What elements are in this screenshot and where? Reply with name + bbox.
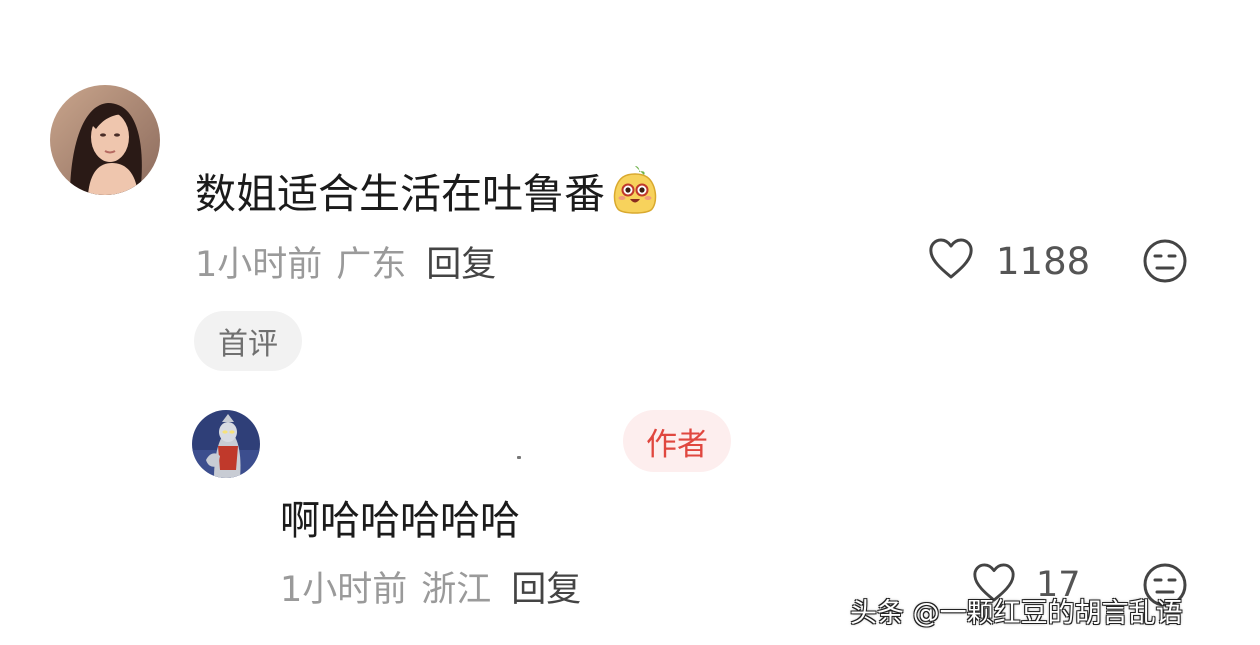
reply-author-avatar[interactable] [192, 410, 260, 478]
comment-text: 数姐适合生活在吐鲁番 [195, 170, 605, 218]
comment-meta: 1小时前 广东 回复 [195, 236, 496, 286]
commenter-avatar[interactable] [50, 85, 160, 195]
like-count: 1188 [996, 239, 1091, 283]
reply-time: 1小时前 [280, 569, 408, 610]
reply-reply-button[interactable]: 回复 [511, 561, 581, 612]
reply-content: 啊哈哈哈哈哈 [280, 498, 520, 544]
comment-content: 数姐适合生活在吐鲁番 [195, 160, 661, 220]
reply-location: 浙江 [421, 569, 492, 610]
author-badge: 作者 [623, 410, 731, 472]
comment-time: 1小时前 [195, 244, 323, 285]
reply-meta: 1小时前 浙江 回复 [280, 561, 581, 611]
yellow-bean-smile-emoji-icon [609, 164, 661, 216]
first-comment-badge: 首评 [194, 311, 302, 371]
comment-section: 数姐适合生活在吐鲁番 1小时前 广东 回复 1188 首评 作者 啊哈哈哈哈哈 … [0, 0, 1260, 645]
watermark-text: 头条 @一颗红豆的胡言乱语 [850, 597, 1183, 629]
heart-icon[interactable] [928, 238, 974, 284]
dislike-face-icon[interactable] [1142, 238, 1188, 284]
like-button[interactable]: 1188 [928, 234, 1090, 288]
reply-button[interactable]: 回复 [426, 236, 496, 287]
divider-dot [517, 456, 521, 459]
comment-location: 广东 [336, 244, 407, 285]
